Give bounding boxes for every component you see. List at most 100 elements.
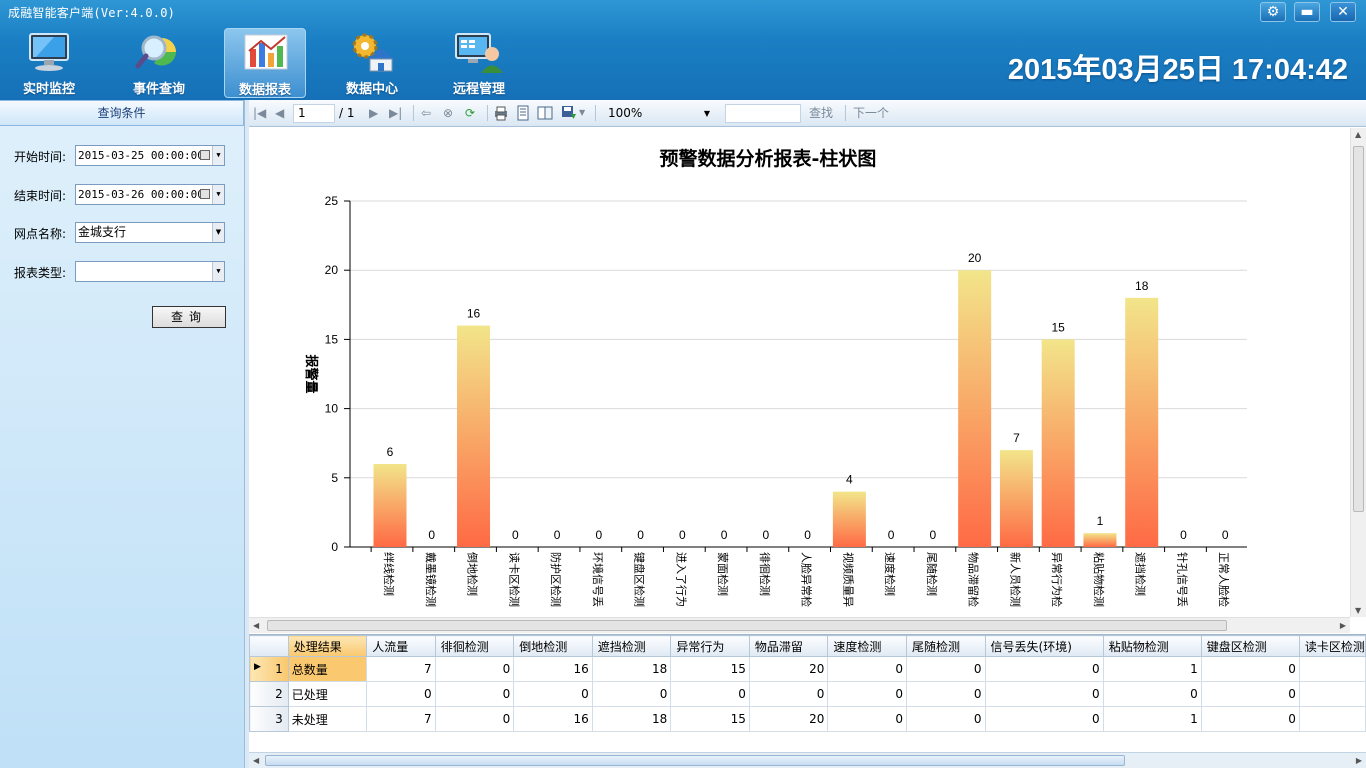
table-cell[interactable]: 0 <box>1200 681 1300 707</box>
last-page-icon[interactable]: ▶| <box>389 104 402 122</box>
column-header[interactable]: 徘徊检测 <box>434 635 515 657</box>
table-cell[interactable]: 0 <box>827 706 907 732</box>
column-header[interactable]: 异常行为 <box>670 635 750 657</box>
column-header[interactable]: 人流量 <box>366 635 436 657</box>
table-cell[interactable]: 16 <box>513 656 593 682</box>
chevron-down-icon[interactable]: ▼ <box>212 223 224 242</box>
refresh-icon[interactable]: ⟳ <box>465 104 475 122</box>
column-header[interactable]: 处理结果 <box>287 635 368 657</box>
row-header[interactable]: 3 <box>249 706 289 732</box>
table-cell[interactable]: 0 <box>366 681 436 707</box>
chevron-down-icon[interactable]: ▼ <box>212 262 224 281</box>
table-cell[interactable]: 0 <box>905 706 986 732</box>
chevron-down-icon[interactable]: ▼ <box>704 105 710 122</box>
table-cell[interactable]: 0 <box>434 656 515 682</box>
table-cell[interactable]: 18 <box>591 656 672 682</box>
find-next-button[interactable]: 下一个 <box>853 104 889 122</box>
grid-corner[interactable] <box>249 635 289 657</box>
table-row[interactable]: 3 未处理 7 0 16 18 15 20 0 0 0 1 0 <box>249 706 1366 732</box>
stop-icon[interactable]: ⊗ <box>443 104 453 122</box>
scroll-thumb[interactable] <box>267 620 1227 631</box>
chevron-down-icon[interactable]: ▼ <box>212 185 224 204</box>
column-header[interactable]: 速度检测 <box>827 635 907 657</box>
table-cell[interactable]: 0 <box>984 656 1104 682</box>
table-row[interactable]: 2 已处理 0 0 0 0 0 0 0 0 0 0 0 <box>249 681 1366 707</box>
table-cell[interactable]: 0 <box>670 681 750 707</box>
scroll-up-icon[interactable]: ▲ <box>1355 130 1361 139</box>
table-cell[interactable]: 0 <box>1200 706 1300 732</box>
chevron-down-icon[interactable]: ▼ <box>579 104 585 122</box>
page-layout-icon[interactable] <box>515 105 531 121</box>
table-cell[interactable]: 0 <box>1200 656 1300 682</box>
table-cell[interactable]: 1 <box>1102 706 1202 732</box>
row-header[interactable]: 2 <box>249 681 289 707</box>
table-cell[interactable]: 0 <box>827 656 907 682</box>
column-header[interactable]: 倒地检测 <box>513 635 593 657</box>
table-cell[interactable]: 0 <box>591 681 672 707</box>
nav-item-realtime-monitor[interactable]: 实时监控 <box>8 28 90 98</box>
table-cell[interactable]: 0 <box>905 681 986 707</box>
table-cell[interactable]: 18 <box>591 706 672 732</box>
export-icon[interactable] <box>561 105 577 121</box>
scroll-thumb[interactable] <box>1353 146 1364 512</box>
table-row[interactable]: ▶ 1 总数量 7 0 16 18 15 20 0 0 0 1 0 <box>249 656 1366 682</box>
chevron-down-icon[interactable]: ▼ <box>212 146 224 165</box>
column-header[interactable]: 遮挡检测 <box>591 635 672 657</box>
table-cell[interactable]: 15 <box>670 706 750 732</box>
table-cell[interactable]: 16 <box>513 706 593 732</box>
nav-item-event-query[interactable]: 事件查询 <box>118 28 200 98</box>
table-cell[interactable] <box>1298 706 1366 732</box>
column-header[interactable]: 键盘区检测 <box>1200 635 1300 657</box>
table-cell[interactable]: 未处理 <box>287 706 368 732</box>
table-cell[interactable]: 0 <box>434 681 515 707</box>
chart-horizontal-scrollbar[interactable]: ◀ ▶ <box>249 617 1350 633</box>
back-icon[interactable]: ⇦ <box>421 104 431 122</box>
table-cell[interactable]: 0 <box>984 706 1104 732</box>
table-cell[interactable]: 总数量 <box>287 656 368 682</box>
scroll-left-icon[interactable]: ◀ <box>253 756 259 765</box>
report-type-select[interactable]: ▼ <box>75 261 225 282</box>
table-cell[interactable]: 7 <box>366 656 436 682</box>
nav-item-data-report[interactable]: 数据报表 <box>224 28 306 98</box>
table-cell[interactable] <box>1298 681 1366 707</box>
scroll-right-icon[interactable]: ▶ <box>1356 756 1362 765</box>
table-cell[interactable]: 20 <box>748 706 829 732</box>
page-number-input[interactable]: 1 <box>293 104 335 123</box>
table-cell[interactable]: 0 <box>434 706 515 732</box>
print-icon[interactable] <box>493 105 509 121</box>
table-cell[interactable]: 0 <box>905 656 986 682</box>
table-cell[interactable]: 已处理 <box>287 681 368 707</box>
scroll-thumb[interactable] <box>265 755 1125 766</box>
branch-name-select[interactable]: 金城支行 ▼ <box>75 222 225 243</box>
column-header[interactable]: 信号丢失(环境) <box>984 635 1104 657</box>
nav-item-remote-management[interactable]: 远程管理 <box>438 28 520 98</box>
table-cell[interactable]: 20 <box>748 656 829 682</box>
table-cell[interactable]: 0 <box>827 681 907 707</box>
minimize-button[interactable]: ▬ <box>1294 2 1320 22</box>
end-time-picker[interactable]: 2015-03-26 00:00:00 ▼ <box>75 184 225 205</box>
table-cell[interactable]: 0 <box>748 681 829 707</box>
column-header[interactable]: 物品滞留 <box>748 635 829 657</box>
close-button[interactable]: ✕ <box>1330 2 1356 22</box>
next-page-icon[interactable]: ▶ <box>369 104 378 122</box>
row-header[interactable]: ▶ 1 <box>249 656 289 682</box>
table-cell[interactable]: 7 <box>366 706 436 732</box>
find-input[interactable] <box>725 104 801 123</box>
column-header[interactable]: 读卡区检测 <box>1298 635 1366 657</box>
grid-horizontal-scrollbar[interactable]: ◀ ▶ <box>249 752 1366 768</box>
column-header[interactable]: 尾随检测 <box>905 635 986 657</box>
query-button[interactable]: 查询 <box>152 306 226 328</box>
chart-vertical-scrollbar[interactable]: ▲ ▼ <box>1350 128 1366 617</box>
scroll-right-icon[interactable]: ▶ <box>1340 621 1346 630</box>
scroll-down-icon[interactable]: ▼ <box>1355 606 1361 615</box>
first-page-icon[interactable]: |◀ <box>253 104 266 122</box>
page-setup-icon[interactable] <box>537 105 553 121</box>
prev-page-icon[interactable]: ◀ <box>275 104 284 122</box>
column-header[interactable]: 粘贴物检测 <box>1102 635 1202 657</box>
table-cell[interactable]: 15 <box>670 656 750 682</box>
scroll-left-icon[interactable]: ◀ <box>253 621 259 630</box>
table-cell[interactable]: 1 <box>1102 656 1202 682</box>
table-cell[interactable]: 0 <box>984 681 1104 707</box>
zoom-select[interactable]: 100% ▼ <box>603 104 715 123</box>
start-time-picker[interactable]: 2015-03-25 00:00:00 ▼ <box>75 145 225 166</box>
